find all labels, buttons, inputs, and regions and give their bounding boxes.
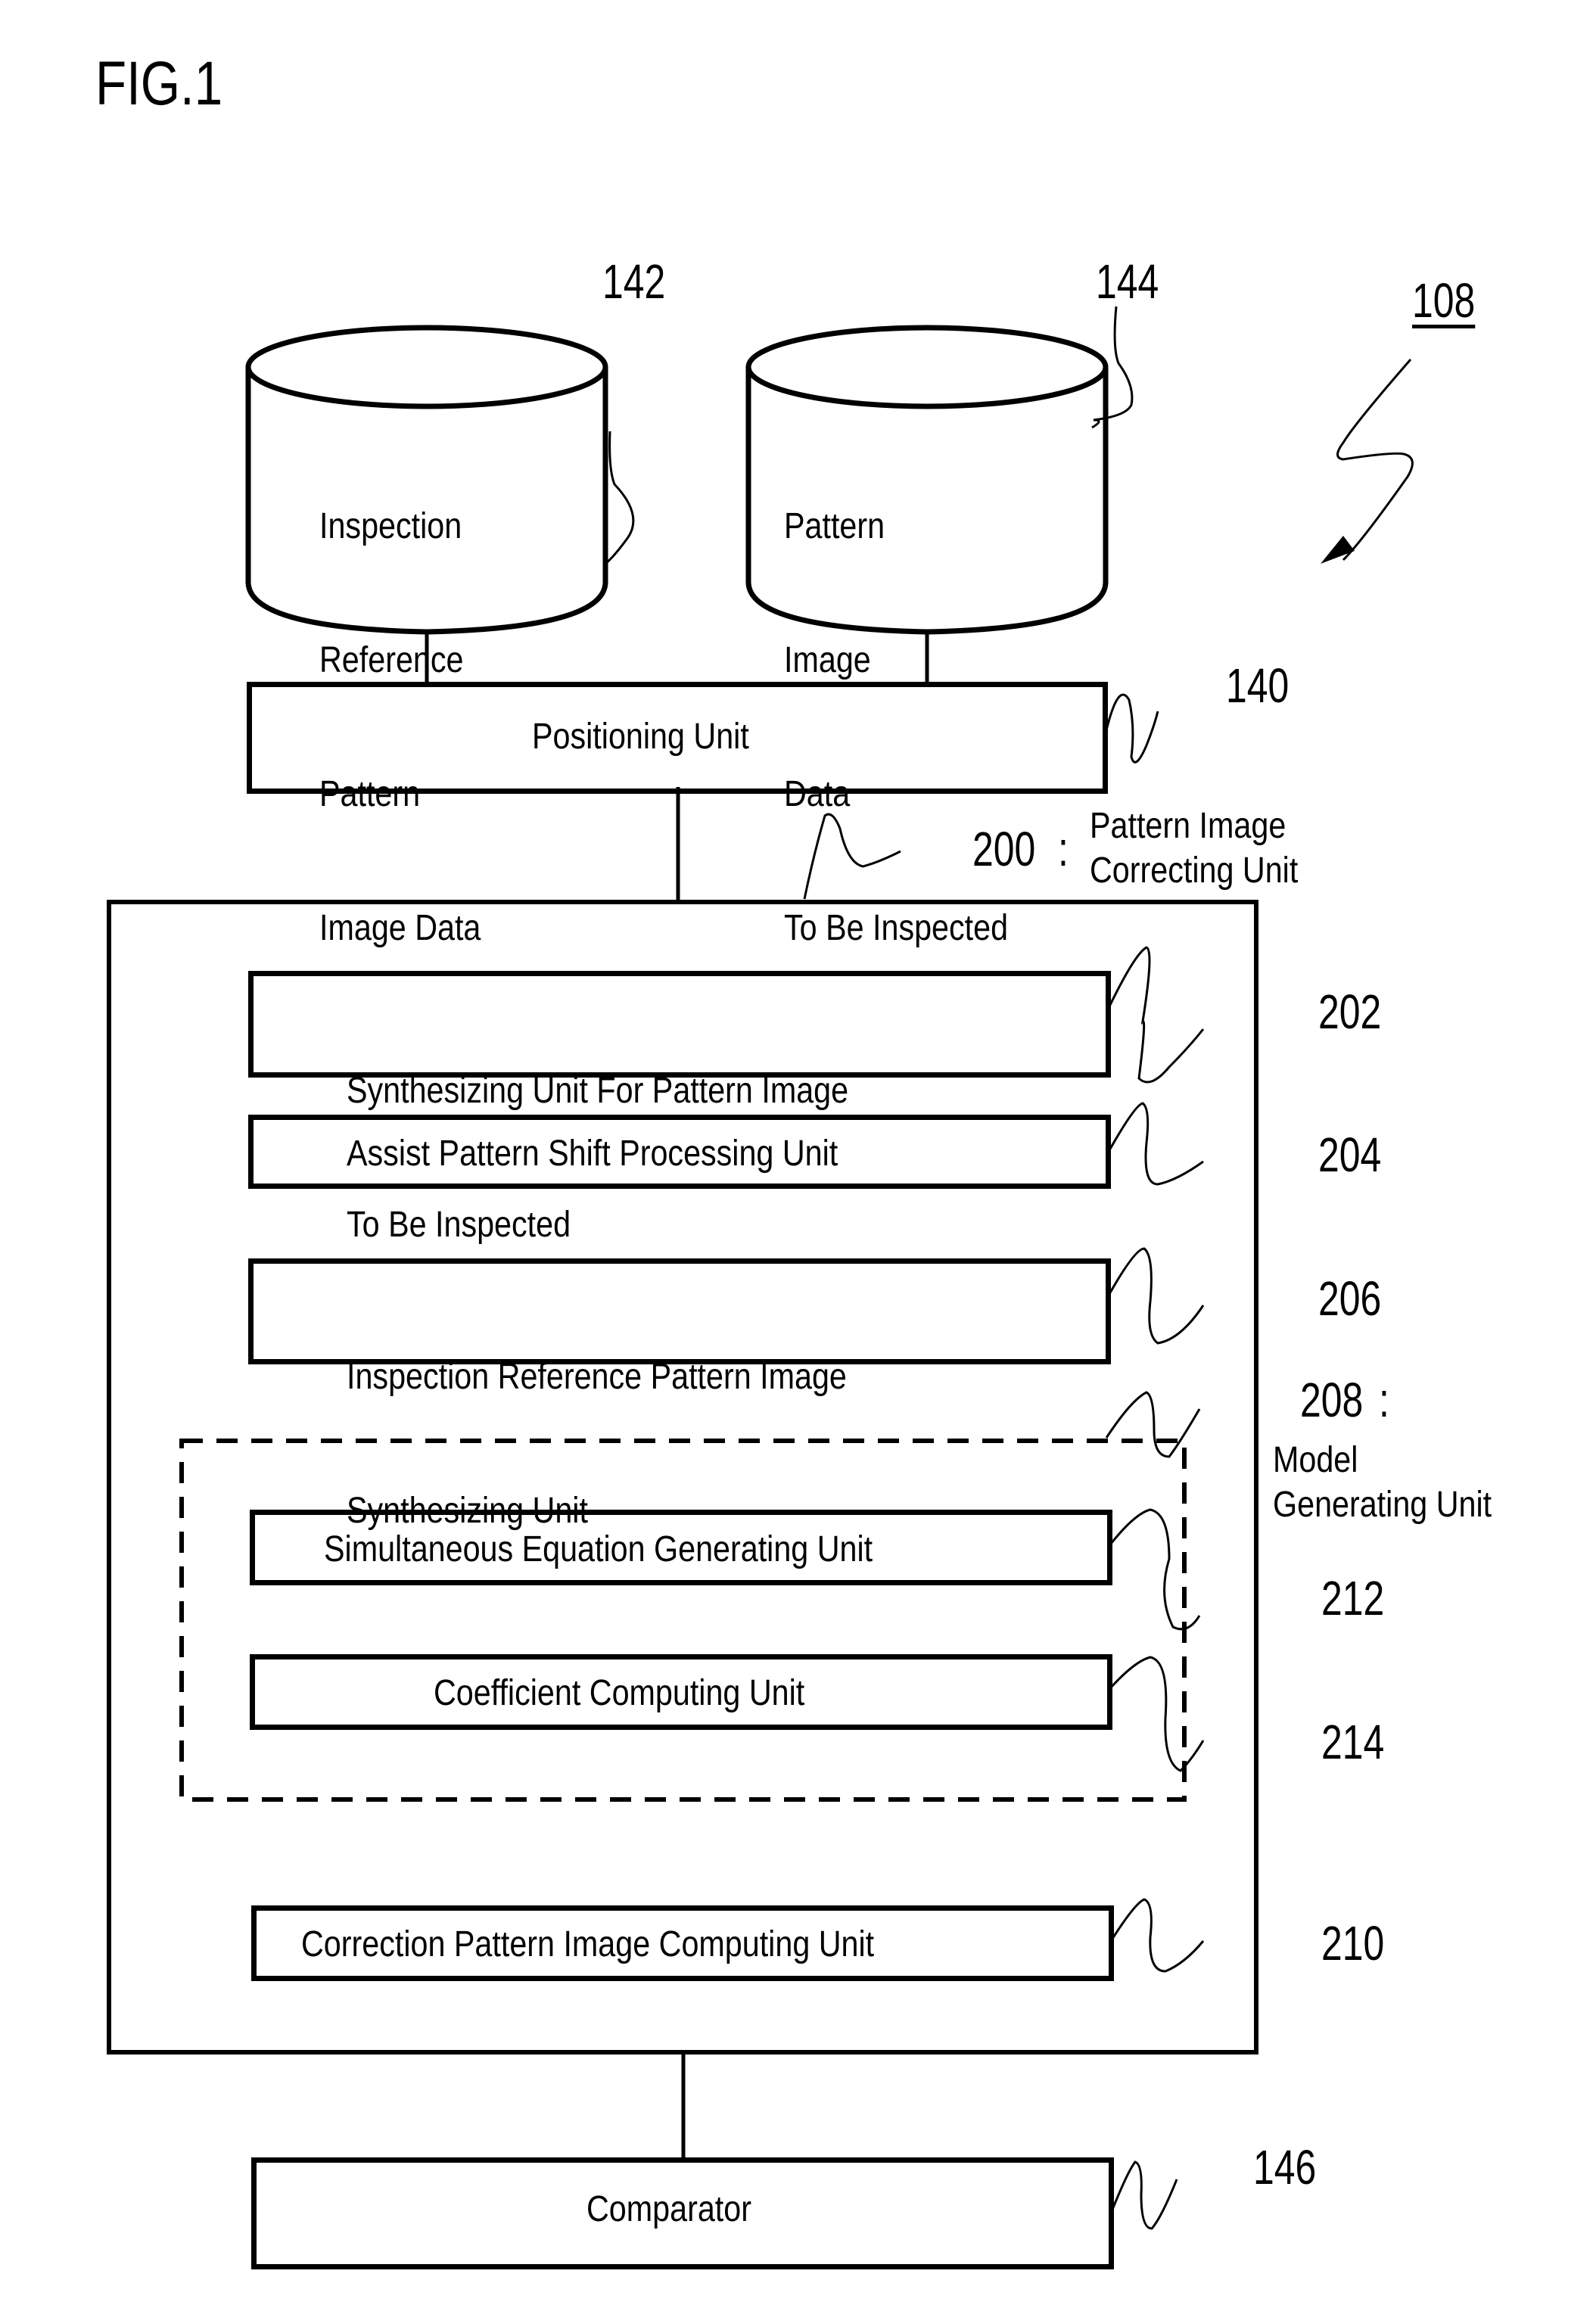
leader-140 bbox=[1105, 693, 1159, 764]
leader-210 bbox=[1111, 1898, 1205, 1973]
database-142-line: Inspection bbox=[319, 506, 462, 546]
ref-214: 214 bbox=[1321, 1715, 1385, 1769]
ref-142: 142 bbox=[602, 254, 666, 309]
comparator-label: Comparator bbox=[586, 2189, 751, 2229]
coefficient-computing-label: Coefficient Computing Unit bbox=[434, 1673, 805, 1713]
model-generating-unit-label-line: Generating Unit bbox=[1273, 1485, 1492, 1525]
ref-212: 212 bbox=[1321, 1571, 1385, 1625]
block-202-line: Synthesizing Unit For Pattern Image bbox=[347, 1071, 849, 1111]
ref-208-separator: : bbox=[1379, 1373, 1389, 1427]
model-generating-unit-label: Model Generating Unit bbox=[1273, 1438, 1492, 1527]
database-142-line: Reference bbox=[319, 640, 464, 680]
model-generating-unit-label-line: Model bbox=[1273, 1440, 1358, 1480]
ref-144: 144 bbox=[1096, 254, 1159, 309]
positioning-unit-label: Positioning Unit bbox=[532, 717, 749, 757]
ref-140: 140 bbox=[1226, 658, 1290, 713]
system-ref-108: 108 bbox=[1412, 273, 1476, 328]
ref-200-separator: : bbox=[1058, 822, 1069, 876]
ref-200: 200 bbox=[972, 822, 1036, 876]
leader-142 bbox=[605, 431, 635, 565]
correcting-unit-label-line: Pattern Image bbox=[1090, 806, 1286, 846]
correction-pattern-computing-label: Correction Pattern Image Computing Unit bbox=[301, 1924, 875, 1964]
leader-214 bbox=[1109, 1656, 1205, 1772]
system-arrow-108 bbox=[1336, 359, 1414, 561]
simultaneous-equation-label: Simultaneous Equation Generating Unit bbox=[324, 1529, 873, 1569]
ref-208: 208 bbox=[1300, 1373, 1364, 1427]
block-206-line: Inspection Reference Pattern Image bbox=[347, 1357, 847, 1397]
ref-206: 206 bbox=[1318, 1271, 1382, 1326]
leader-202 bbox=[1108, 946, 1205, 1084]
leader-208 bbox=[1105, 1391, 1201, 1458]
figure-title: FIG.1 bbox=[95, 49, 223, 118]
correcting-unit-label-line: Correcting Unit bbox=[1090, 851, 1299, 891]
ref-204: 204 bbox=[1318, 1128, 1382, 1182]
database-144-line: To Be Inspected bbox=[784, 908, 1009, 948]
leader-206 bbox=[1108, 1247, 1205, 1345]
database-142-line: Image Data bbox=[319, 908, 481, 948]
ref-202: 202 bbox=[1318, 984, 1382, 1039]
leader-204 bbox=[1108, 1102, 1204, 1186]
arrowhead-icon bbox=[1321, 536, 1355, 564]
database-144-line: Pattern bbox=[784, 506, 885, 546]
ref-146: 146 bbox=[1253, 2140, 1317, 2194]
leader-144 bbox=[1091, 306, 1134, 429]
leader-146 bbox=[1111, 2160, 1178, 2230]
ref-210: 210 bbox=[1321, 1916, 1385, 1971]
database-144-line: Image bbox=[784, 640, 871, 680]
correcting-unit-label: Pattern Image Correcting Unit bbox=[1090, 804, 1298, 893]
block-202-line: To Be Inspected bbox=[347, 1205, 571, 1245]
assist-pattern-shift-label: Assist Pattern Shift Processing Unit bbox=[347, 1134, 838, 1174]
